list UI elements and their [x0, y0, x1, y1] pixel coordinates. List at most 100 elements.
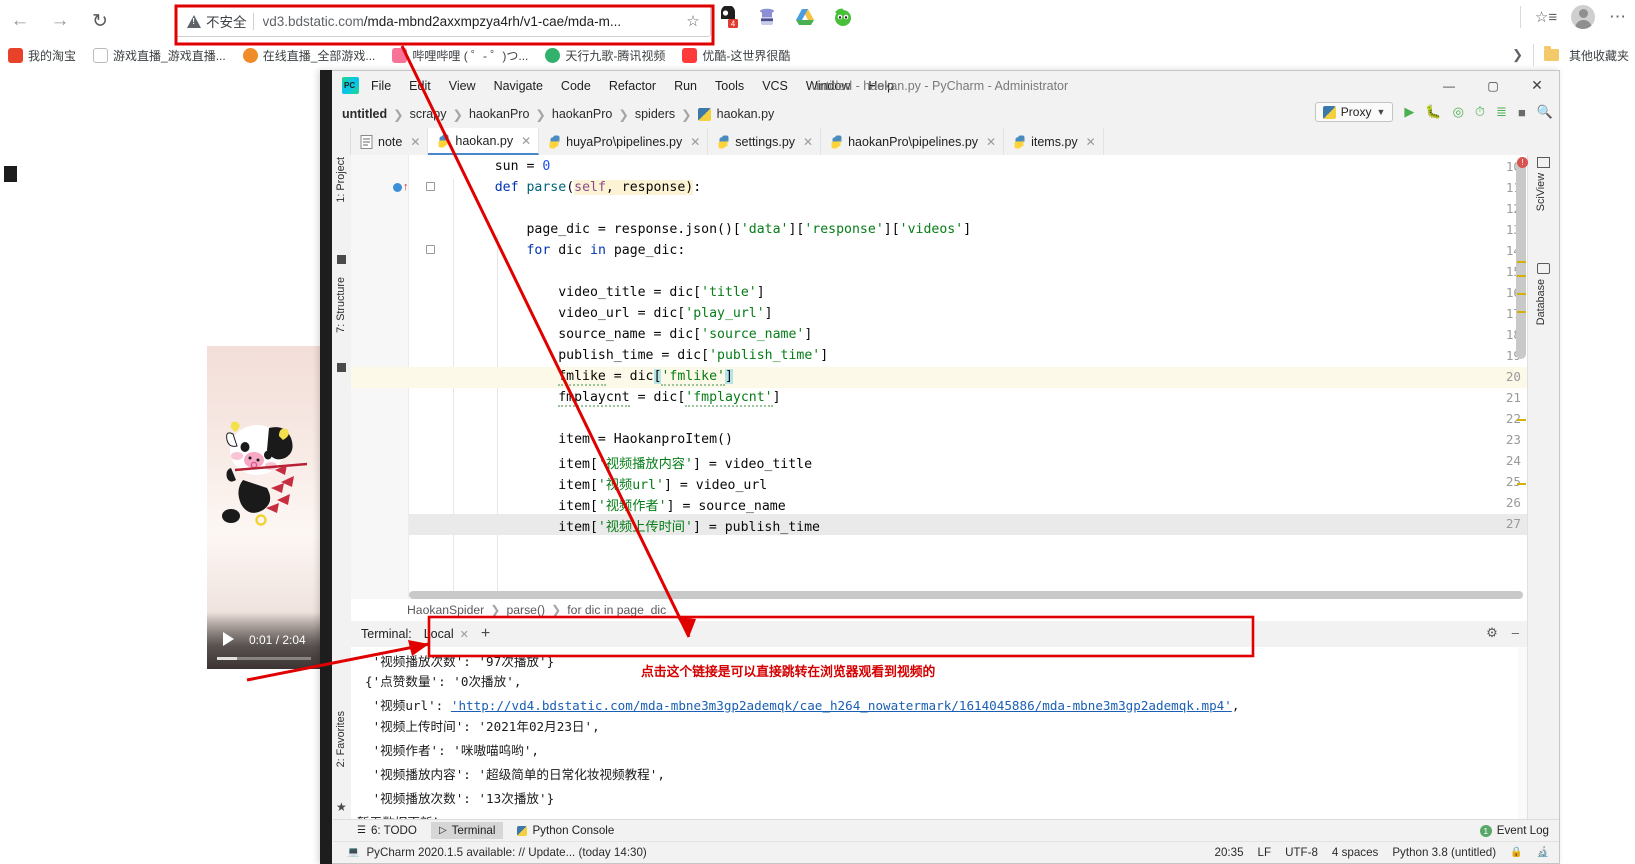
profile-avatar[interactable] — [1571, 5, 1595, 29]
run-configuration-selector[interactable]: Proxy ▼ — [1314, 102, 1394, 122]
inspection-marker[interactable] — [1517, 293, 1526, 295]
inspection-status-icon[interactable]: ! — [1517, 157, 1528, 168]
lock-icon[interactable]: 🔒 — [1510, 847, 1522, 858]
minimize-icon[interactable]: – — [1512, 625, 1519, 641]
other-bookmarks-label[interactable]: 其他收藏夹 — [1569, 47, 1629, 64]
breakpoint-gutter-icon[interactable] — [393, 183, 402, 192]
adblock-extension-icon[interactable]: 4 — [718, 5, 740, 29]
run-coverage-icon[interactable]: ◎ — [1453, 104, 1464, 120]
tab-close-icon[interactable]: ✕ — [410, 135, 420, 149]
video-progress-bar[interactable] — [217, 657, 311, 660]
status-message[interactable]: PyCharm 2020.1.5 available: // Update...… — [366, 846, 646, 859]
bookmark-item[interactable]: 优酷-这世界很酷 — [682, 47, 790, 64]
sidebar-item-favorites[interactable]: 2: Favorites — [335, 711, 347, 767]
tab-items-py[interactable]: items.py ✕ — [1004, 128, 1104, 155]
inspection-marker[interactable] — [1517, 261, 1526, 263]
menu-navigate[interactable]: Navigate — [494, 79, 543, 93]
drive-extension-icon[interactable] — [794, 6, 816, 28]
menu-refactor[interactable]: Refactor — [609, 79, 656, 93]
editor-vertical-scrollbar[interactable] — [1516, 159, 1526, 359]
code-editor[interactable]: 10 11 12 13 14 15 16 17 18 19 20 21 22 2… — [351, 155, 1527, 599]
menu-file[interactable]: File — [371, 79, 391, 93]
sidebar-item-structure[interactable]: 7: Structure — [335, 277, 347, 333]
inspection-marker[interactable] — [1517, 311, 1526, 313]
override-gutter-icon[interactable]: ↑ — [403, 181, 409, 193]
editor-horizontal-scrollbar[interactable] — [409, 591, 1523, 599]
tab-close-icon[interactable]: ✕ — [986, 135, 996, 149]
tab-haokanpro-pipelines[interactable]: haokanPro\pipelines.py ✕ — [821, 128, 1005, 155]
terminal-scrollbar[interactable] — [1518, 647, 1527, 819]
bookmark-item[interactable]: 天行九歌-腾讯视频 — [545, 47, 665, 64]
sidebar-item-sciview[interactable]: SciView — [1535, 173, 1547, 211]
address-bar[interactable]: 不安全 vd3.bdstatic.com/mda-mbnd2axxmpzya4r… — [176, 5, 711, 37]
video-controls[interactable]: 0:01 / 2:04 — [207, 613, 321, 669]
bottom-tab-python-console[interactable]: Python Console — [509, 822, 622, 839]
inspection-icon[interactable]: 🔬 — [1537, 847, 1549, 858]
tab-huyapro-pipelines[interactable]: huyaPro\pipelines.py ✕ — [539, 128, 709, 155]
menu-view[interactable]: View — [449, 79, 476, 93]
breadcrumb-file[interactable]: haokan.py — [717, 107, 775, 121]
bottom-tab-terminal[interactable]: ▷ Terminal — [430, 822, 504, 839]
breadcrumb-haokanpro[interactable]: haokanPro — [469, 107, 529, 121]
python-interpreter[interactable]: Python 3.8 (untitled) — [1392, 846, 1496, 859]
more-run-icon[interactable]: ≣ — [1496, 104, 1507, 120]
terminal-output[interactable]: '视频播放次数': '97次播放'} {'点赞数量': '0次播放', '视频u… — [351, 647, 1527, 819]
tab-note[interactable]: note ✕ — [351, 128, 429, 155]
debug-icon[interactable]: 🐛 — [1425, 104, 1441, 120]
stop-icon[interactable]: ■ — [1518, 105, 1526, 120]
maximize-button[interactable]: ▢ — [1471, 71, 1515, 100]
bookmark-item[interactable]: 哔哩哔哩 ( ゜- ゜)つ... — [392, 47, 528, 64]
bookmark-item[interactable]: 在线直播_全部游戏... — [242, 47, 375, 64]
tab-haokan-py[interactable]: haokan.py ✕ — [428, 128, 540, 155]
forward-icon[interactable]: → — [40, 1, 80, 41]
play-icon[interactable] — [223, 632, 234, 646]
menu-run[interactable]: Run — [674, 79, 697, 93]
video-url-link[interactable]: 'http://vd4.bdstatic.com/mda-mbne3m3gp2a… — [451, 698, 1232, 713]
search-icon[interactable]: 🔍 — [1537, 104, 1553, 120]
inspection-marker[interactable] — [1517, 483, 1526, 485]
breadcrumb-project[interactable]: untitled — [342, 107, 387, 121]
breadcrumb-method[interactable]: parse() — [506, 603, 545, 617]
menu-edit[interactable]: Edit — [409, 79, 431, 93]
indent-setting[interactable]: 4 spaces — [1332, 846, 1378, 859]
menu-code[interactable]: Code — [561, 79, 591, 93]
tab-close-icon[interactable]: ✕ — [690, 135, 700, 149]
tab-close-icon[interactable]: ✕ — [803, 135, 813, 149]
breadcrumb-loop[interactable]: for dic in page_dic — [567, 603, 666, 617]
file-encoding[interactable]: UTF-8 — [1285, 846, 1318, 859]
back-icon[interactable]: ← — [0, 1, 40, 41]
event-log-button[interactable]: 1 Event Log — [1479, 824, 1549, 837]
url-text[interactable]: vd3.bdstatic.com/mda-mbnd2axxmpzya4rh/v1… — [263, 14, 683, 29]
inspection-marker[interactable] — [1517, 275, 1526, 277]
terminal-tab-close-icon[interactable]: ✕ — [460, 628, 469, 641]
tab-close-icon[interactable]: ✕ — [1086, 135, 1096, 149]
minimize-button[interactable]: — — [1427, 71, 1471, 100]
breadcrumb-scrapy[interactable]: scrapy — [410, 107, 447, 121]
plus-icon[interactable]: + — [481, 625, 490, 643]
breadcrumb-class[interactable]: HaokanSpider — [407, 603, 484, 617]
terminal-tab-local[interactable]: Local ✕ — [424, 627, 469, 641]
bookmark-item[interactable]: 游戏直播_游戏直播... — [93, 47, 226, 64]
browser-menu-icon[interactable]: ⋯ — [1609, 7, 1627, 27]
inspection-marker[interactable] — [1517, 419, 1526, 421]
menu-vcs[interactable]: VCS — [762, 79, 788, 93]
menu-tools[interactable]: Tools — [715, 79, 744, 93]
proxy-extension-icon[interactable] — [756, 6, 778, 28]
breadcrumb-haokanpro-inner[interactable]: haokanPro — [552, 107, 612, 121]
close-button[interactable]: ✕ — [1515, 71, 1559, 100]
star-add-icon[interactable]: ☆ — [682, 10, 704, 32]
run-icon[interactable]: ▶ — [1404, 104, 1414, 120]
chevron-right-icon[interactable]: ❯ — [1512, 47, 1523, 63]
bookmark-item[interactable]: 我的淘宝 — [8, 47, 76, 64]
bottom-tab-todo[interactable]: ☰ 6: TODO — [349, 822, 425, 839]
tab-settings-py[interactable]: settings.py ✕ — [708, 128, 822, 155]
caret-position[interactable]: 20:35 — [1215, 846, 1244, 859]
reload-icon[interactable]: ↻ — [80, 1, 120, 41]
favorites-list-icon[interactable]: ☆≡ — [1535, 6, 1557, 28]
green-character-extension-icon[interactable] — [832, 6, 854, 28]
sidebar-item-database[interactable]: Database — [1535, 279, 1547, 325]
video-player[interactable]: 0:01 / 2:04 — [207, 346, 321, 669]
breadcrumb-spiders[interactable]: spiders — [635, 107, 675, 121]
tab-close-icon[interactable]: ✕ — [521, 134, 531, 148]
profile-icon[interactable]: ⏱ — [1475, 104, 1485, 120]
